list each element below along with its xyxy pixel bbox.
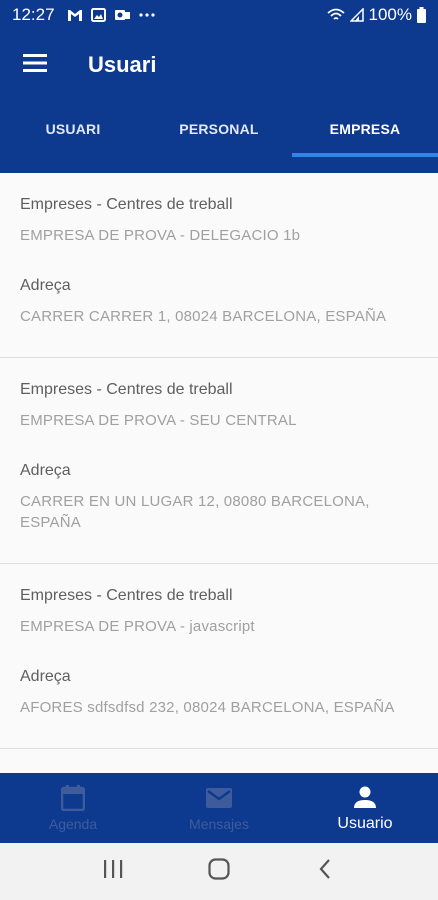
more-dots-icon [138,13,155,17]
nav-mensajes-label: Mensajes [189,816,249,832]
tab-empresa[interactable]: EMPRESA [292,100,438,157]
address-field: Adreça AFORES sdfsdfsd 232, 08024 BARCEL… [20,667,418,718]
tab-personal[interactable]: PERSONAL [146,100,292,157]
status-right: 100% [326,5,426,25]
recents-icon [103,860,123,883]
address-value: CARRER CARRER 1, 08024 BARCELONA, ESPAÑA [20,308,387,325]
nav-mensajes[interactable]: Mensajes [146,773,292,843]
nav-agenda-label: Agenda [48,816,98,832]
nav-usuario-label: Usuario [337,815,393,832]
status-bar: 12:27 100% [0,0,438,30]
home-icon [208,858,230,885]
status-left: 12:27 [12,5,155,25]
nav-usuario[interactable]: Usuario [292,773,438,843]
menu-button[interactable] [0,30,70,100]
wifi-icon [326,8,345,22]
status-time: 12:27 [12,5,55,24]
nav-agenda[interactable]: Agenda [0,773,146,843]
workplace-label: Empreses - Centres de treball [20,196,233,213]
hamburger-icon [23,53,47,77]
company-card: Empreses - Centres de treball EMPRESA DE… [0,173,438,358]
page-title: Usuari [88,52,157,77]
workplace-label: Empreses - Centres de treball [20,381,233,398]
tab-bar-spacer [0,157,438,173]
company-card: Empreses - Centres de treball EMPRESA DE… [0,564,438,749]
back-icon [319,859,331,884]
company-list[interactable]: Empreses - Centres de treball EMPRESA DE… [0,173,438,773]
recents-button[interactable] [88,847,138,897]
person-icon [354,783,376,811]
mail-icon [205,784,233,812]
bottom-nav: Agenda Mensajes Usuario [0,773,438,843]
address-label: Adreça [20,462,71,479]
workplace-field: Empreses - Centres de treball EMPRESA DE… [20,380,418,431]
battery-percent: 100% [368,5,412,24]
workplace-field: Empreses - Centres de treball EMPRESA DE… [20,195,418,246]
workplace-value: EMPRESA DE PROVA - javascript [20,618,255,635]
workplace-value: EMPRESA DE PROVA - SEU CENTRAL [20,412,297,429]
address-value: CARRER EN UN LUGAR 12, 08080 BARCELONA, … [20,493,370,531]
back-button[interactable] [300,847,350,897]
gmail-icon [67,9,83,22]
workplace-field: Empreses - Centres de treball EMPRESA DE… [20,586,418,637]
system-nav-bar [0,843,438,900]
workplace-value: EMPRESA DE PROVA - DELEGACIO 1b [20,227,301,244]
signal-icon [349,8,364,22]
outlook-icon [114,8,131,22]
home-button[interactable] [194,847,244,897]
address-field: Adreça CARRER CARRER 1, 08024 BARCELONA,… [20,276,418,327]
tab-usuari[interactable]: USUARI [0,100,146,157]
address-value: AFORES sdfsdfsd 232, 08024 BARCELONA, ES… [20,699,395,716]
address-field: Adreça CARRER EN UN LUGAR 12, 08080 BARC… [20,461,418,533]
app-bar: Usuari [0,30,438,100]
image-icon [90,8,106,22]
tab-bar: USUARI PERSONAL EMPRESA [0,100,438,157]
address-label: Adreça [20,277,71,294]
battery-icon [417,7,426,23]
workplace-label: Empreses - Centres de treball [20,587,233,604]
calendar-icon [61,784,85,812]
address-label: Adreça [20,668,71,685]
company-card: Empreses - Centres de treball EMPRESA DE… [0,358,438,564]
